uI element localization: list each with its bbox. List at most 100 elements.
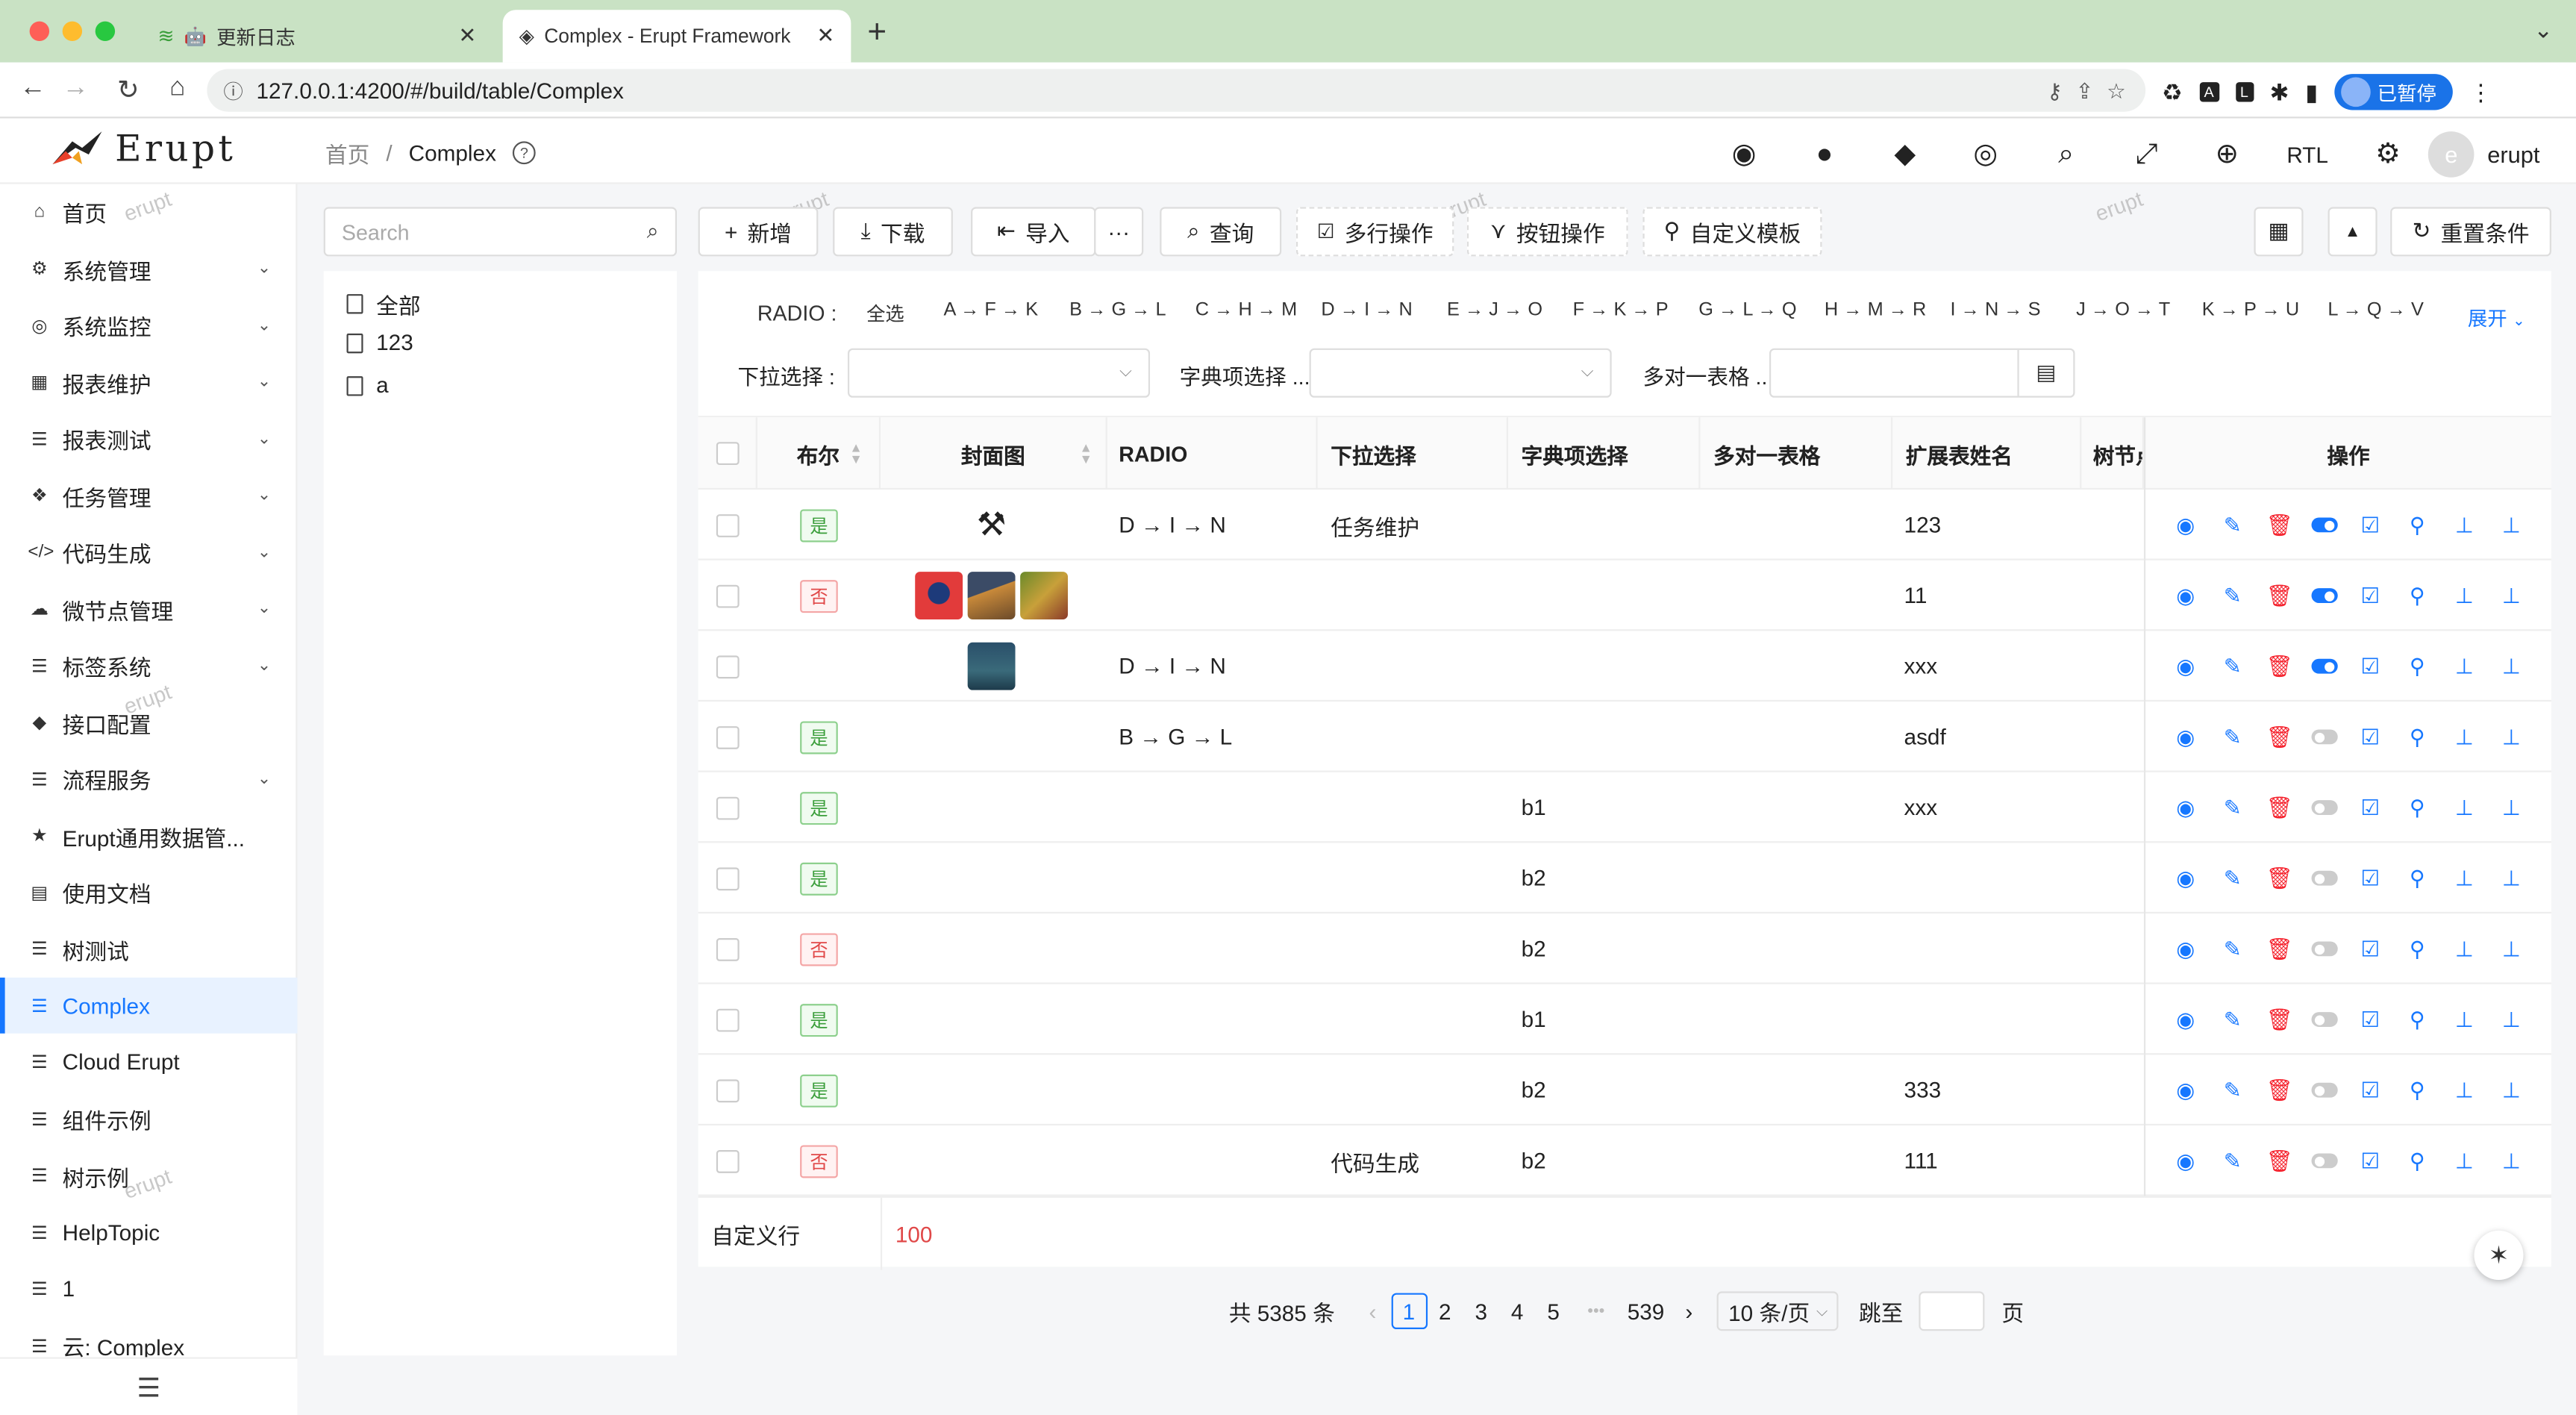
username[interactable]: erupt <box>2487 141 2539 167</box>
row-checkbox[interactable] <box>716 796 740 819</box>
delete-icon[interactable]: 🗑 <box>2265 794 2295 820</box>
sitemap-alt-icon[interactable]: ⊥ <box>2497 1148 2527 1174</box>
view-icon[interactable]: ◉ <box>2171 724 2201 750</box>
add-button[interactable]: + 新增 <box>698 207 819 257</box>
column-header-ext-name[interactable]: 扩展表姓名 <box>1892 417 2082 490</box>
view-icon[interactable]: ◉ <box>2171 512 2201 538</box>
view-icon[interactable]: ◉ <box>2171 794 2201 820</box>
table-row[interactable]: 是 ⚒ D → I → N 任务维护 123 ◉ ✎ 🗑 ☑ ⚲ ⊥ ⊥ <box>698 490 2551 560</box>
sitemap-alt-icon[interactable]: ⊥ <box>2497 512 2527 538</box>
breadcrumb-home[interactable]: 首页 <box>325 137 369 169</box>
browser-menu-icon[interactable]: ⋮ <box>2469 78 2492 106</box>
row-checkbox[interactable] <box>716 937 740 960</box>
erupt-logo[interactable]: Erupt <box>49 128 236 171</box>
sidebar-item[interactable]: ◎ 系统监控 ⌄ <box>0 297 297 353</box>
person-action-icon[interactable]: ⚲ <box>2403 582 2433 608</box>
sidebar-item[interactable]: ☰ 树示例 <box>0 1148 297 1204</box>
delete-icon[interactable]: 🗑 <box>2265 582 2295 608</box>
column-header-select[interactable]: 下拉选择 <box>1318 417 1508 490</box>
page-1[interactable]: 1 <box>1390 1293 1428 1330</box>
sitemap-alt-icon[interactable]: ⊥ <box>2497 936 2527 962</box>
radio-option[interactable]: I → N → S <box>1951 301 2077 327</box>
edit-icon[interactable]: ✎ <box>2218 936 2248 962</box>
person-action-icon[interactable]: ⚲ <box>2403 1148 2433 1174</box>
column-header-bool[interactable]: 布尔 ▲ ▼ <box>757 417 881 490</box>
language-globe-icon[interactable]: ⊕ <box>2186 138 2267 171</box>
jump-page-input[interactable] <box>1919 1291 1986 1331</box>
page-last[interactable]: 539 <box>1628 1293 1665 1329</box>
button-op-button[interactable]: ⋎ 按钮操作 <box>1466 207 1628 257</box>
person-action-icon[interactable]: ⚲ <box>2403 1006 2433 1032</box>
radio-option[interactable]: H → M → R <box>1825 301 1951 327</box>
expand-filters-link[interactable]: 展开 ⌄ <box>2468 304 2525 331</box>
sidebar-item[interactable]: </> 代码生成 ⌄ <box>0 524 297 580</box>
column-header-radio[interactable]: RADIO <box>1107 417 1318 490</box>
user-avatar[interactable]: e <box>2427 131 2475 178</box>
check-square-icon[interactable]: ☑ <box>2356 1006 2386 1032</box>
row-checkbox[interactable] <box>716 513 740 537</box>
extension-l-icon[interactable]: L <box>2235 82 2254 102</box>
toggle-icon[interactable] <box>2311 517 2339 533</box>
share-icon[interactable]: ⇪ <box>2075 79 2093 105</box>
custom-template-button[interactable]: ⚲ 自定义模板 <box>1642 207 1822 257</box>
column-header-m2m[interactable]: 多对一表格 <box>1701 417 1893 490</box>
qq-icon[interactable]: ◉ <box>1704 138 1784 171</box>
multi-row-op-button[interactable]: ☑ 多行操作 <box>1295 207 1454 257</box>
delete-icon[interactable]: 🗑 <box>2265 1077 2295 1103</box>
edit-icon[interactable]: ✎ <box>2218 653 2248 679</box>
key-icon[interactable]: ⚷ <box>2047 79 2063 105</box>
collapse-sidebar-button[interactable]: ☰ <box>0 1357 298 1415</box>
cover-image-tools-icon[interactable]: ⚒ <box>968 501 1016 549</box>
radio-option[interactable]: A → F → K <box>944 301 1070 327</box>
delete-icon[interactable]: 🗑 <box>2265 512 2295 538</box>
check-square-icon[interactable]: ☑ <box>2356 582 2386 608</box>
radio-option[interactable]: B → G → L <box>1069 301 1195 327</box>
address-bar[interactable]: ⓘ 127.0.0.1:4200/#/build/table/Complex ⚷… <box>207 69 2146 112</box>
sidebar-item[interactable]: ▤ 使用文档 <box>0 864 297 920</box>
sidebar-item[interactable]: ★ Erupt通用数据管... <box>0 808 297 863</box>
select-filter-dropdown[interactable]: ⌵ <box>847 348 1151 398</box>
fullscreen-icon[interactable]: ⤢ <box>2106 138 2186 171</box>
row-checkbox[interactable] <box>716 1008 740 1031</box>
view-icon[interactable]: ◉ <box>2171 1077 2201 1103</box>
chrome-icon[interactable]: ◎ <box>1945 138 2026 171</box>
sidebar-item[interactable]: ❖ 任务管理 ⌄ <box>0 467 297 523</box>
dict-filter-dropdown[interactable]: ⌵ <box>1309 348 1612 398</box>
radio-option[interactable]: 全选 <box>866 301 943 327</box>
sidebar-item[interactable]: ☰ 1 <box>0 1261 297 1317</box>
edit-icon[interactable]: ✎ <box>2218 794 2248 820</box>
m2m-filter-input[interactable]: ▤ <box>1769 348 2075 398</box>
check-square-icon[interactable]: ☑ <box>2356 724 2386 750</box>
rtl-toggle[interactable]: RTL <box>2267 142 2348 166</box>
check-square-icon[interactable]: ☑ <box>2356 936 2386 962</box>
toggle-icon[interactable] <box>2311 1153 2339 1169</box>
edit-icon[interactable]: ✎ <box>2218 865 2248 891</box>
edit-icon[interactable]: ✎ <box>2218 582 2248 608</box>
tree-item-a[interactable]: a <box>346 373 389 398</box>
profile-paused-button[interactable]: 已暂停 <box>2334 74 2453 110</box>
radio-option[interactable]: C → H → M <box>1195 301 1322 327</box>
sitemap-alt-icon[interactable]: ⊥ <box>2497 1006 2527 1032</box>
sitemap-alt-icon[interactable]: ⊥ <box>2497 794 2527 820</box>
person-action-icon[interactable]: ⚲ <box>2403 724 2433 750</box>
radio-option[interactable]: F → K → P <box>1573 301 1699 327</box>
radio-option[interactable]: G → L → Q <box>1698 301 1825 327</box>
sitemap-alt-icon[interactable]: ⊥ <box>2497 653 2527 679</box>
close-tab-icon[interactable]: ✕ <box>458 23 476 49</box>
radio-option[interactable]: E → J → O <box>1447 301 1573 327</box>
bookmark-star-icon[interactable]: ☆ <box>2107 79 2126 105</box>
table-row[interactable]: 是 b1 xxx ◉ ✎ 🗑 ☑ ⚲ ⊥ ⊥ <box>698 772 2551 843</box>
table-row[interactable]: 是 b2 ◉ ✎ 🗑 ☑ ⚲ ⊥ ⊥ <box>698 843 2551 914</box>
table-row[interactable]: 否 代码生成 b2 111 ◉ ✎ 🗑 ☑ ⚲ ⊥ ⊥ <box>698 1125 2551 1196</box>
more-actions-button[interactable]: ··· <box>1094 207 1144 257</box>
row-checkbox[interactable] <box>716 655 740 678</box>
site-info-icon[interactable]: ⓘ <box>223 76 243 104</box>
edit-icon[interactable]: ✎ <box>2218 724 2248 750</box>
person-action-icon[interactable]: ⚲ <box>2403 653 2433 679</box>
person-action-icon[interactable]: ⚲ <box>2403 794 2433 820</box>
sitemap-icon[interactable]: ⊥ <box>2450 512 2480 538</box>
toggle-icon[interactable] <box>2311 1082 2339 1098</box>
sort-icon[interactable]: ▲ ▼ <box>1080 441 1092 466</box>
table-row[interactable]: D → I → N xxx ◉ ✎ 🗑 ☑ ⚲ ⊥ ⊥ <box>698 631 2551 702</box>
new-tab-button[interactable]: + <box>867 15 887 53</box>
